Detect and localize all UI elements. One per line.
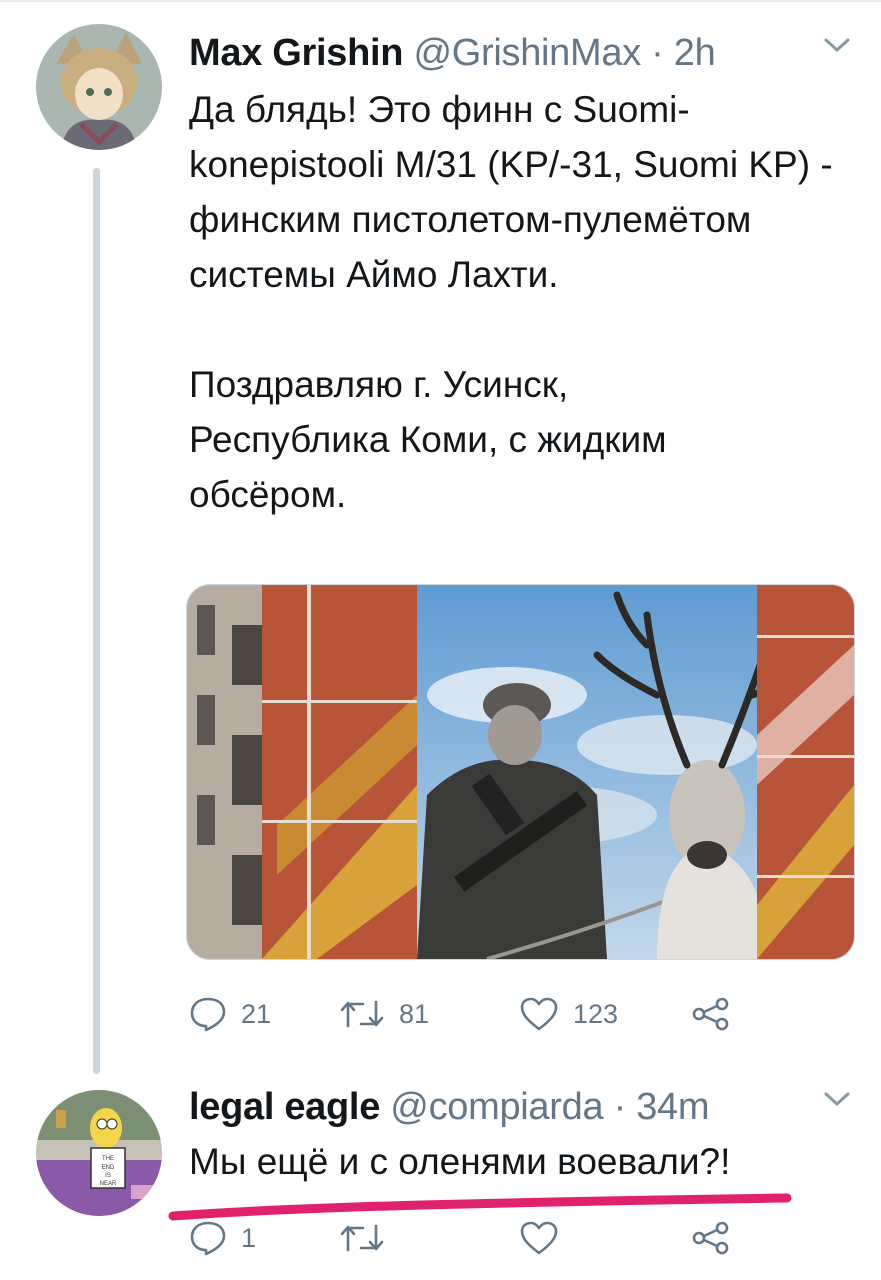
share-button[interactable] [691, 997, 731, 1031]
author-name[interactable]: legal eagle [189, 1086, 380, 1128]
chevron-down-icon[interactable] [823, 1090, 851, 1113]
tweet-photo[interactable] [186, 584, 855, 960]
svg-text:END: END [102, 1165, 115, 1171]
svg-text:NEAR: NEAR [100, 1181, 117, 1187]
like-icon [519, 996, 559, 1032]
tweet-paragraph: Да блядь! Это финн с Suomi-konepistooli … [189, 89, 833, 295]
chevron-down-icon[interactable] [823, 36, 851, 59]
reply-icon [189, 996, 227, 1032]
author-handle[interactable]: @GrishinMax [413, 32, 641, 74]
tweet-paragraph: Поздравляю г. Усинск, Республика Коми, с… [189, 364, 667, 515]
tweet-header: legal eagle @compiarda · 34m [189, 1084, 851, 1130]
top-divider [0, 0, 881, 2]
author-handle[interactable]: @compiarda [390, 1086, 603, 1128]
dot-separator: · [613, 1086, 627, 1128]
highlight-underline [165, 1178, 805, 1233]
avatar[interactable] [36, 24, 162, 150]
retweet-button[interactable]: 81 [339, 998, 519, 1030]
tweet-actions: 21 81 123 [189, 996, 731, 1032]
avatar[interactable]: THE END IS NEAR [36, 1090, 162, 1216]
tweet-time[interactable]: 2h [674, 32, 716, 74]
tweet-time[interactable]: 34m [636, 1086, 709, 1128]
thread-connector [93, 168, 100, 1074]
like-count: 123 [573, 998, 619, 1029]
author-name[interactable]: Max Grishin [189, 32, 404, 74]
svg-text:IS: IS [105, 1173, 111, 1179]
retweet-icon [339, 998, 385, 1030]
tweet: Max Grishin @GrishinMax · 2h Да блядь! Э… [189, 30, 851, 522]
share-icon [691, 997, 731, 1031]
like-button[interactable]: 123 [519, 996, 691, 1032]
retweet-count: 81 [399, 998, 430, 1029]
reply-count: 21 [241, 998, 272, 1029]
tweet-text: Да блядь! Это финн с Suomi-konepistooli … [189, 82, 851, 522]
svg-text:THE: THE [102, 1156, 114, 1162]
dot-separator: · [651, 32, 664, 74]
reply-button[interactable]: 21 [189, 996, 339, 1032]
tweet-header: Max Grishin @GrishinMax · 2h [189, 30, 851, 76]
tweet: legal eagle @compiarda · 34m Мы ещё и с … [189, 1084, 851, 1189]
